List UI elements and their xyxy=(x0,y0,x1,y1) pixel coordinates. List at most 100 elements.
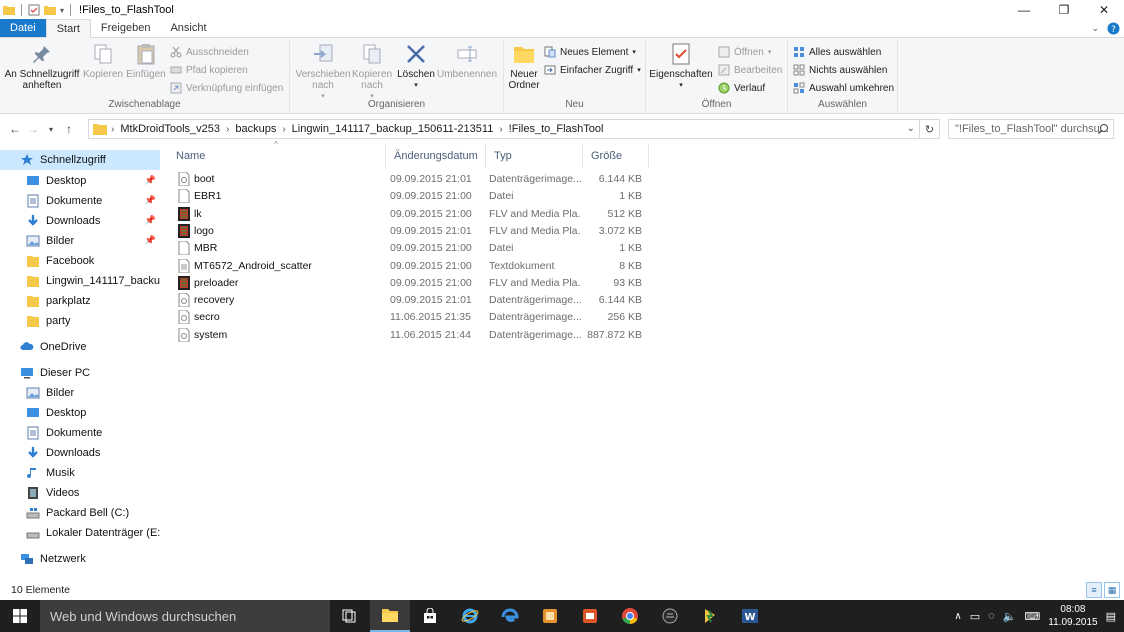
breadcrumb-backups[interactable]: backups xyxy=(235,123,276,135)
start-button[interactable] xyxy=(0,600,40,632)
pin-icon[interactable]: 📌 xyxy=(145,215,156,226)
large-icons-view-icon[interactable]: ▦ xyxy=(1104,582,1120,598)
show-hidden-icons-icon[interactable]: ∧ xyxy=(954,611,961,622)
nav-pc-downloads[interactable]: Downloads xyxy=(0,443,160,463)
copy-button[interactable]: Kopieren xyxy=(82,42,124,80)
action-center-icon[interactable]: ▤ xyxy=(1106,610,1116,623)
up-arrow-icon[interactable]: ↑ xyxy=(60,122,78,136)
details-view-icon[interactable]: ≡ xyxy=(1086,582,1102,598)
chevron-right-icon[interactable]: › xyxy=(499,124,502,135)
select-all-button[interactable]: Alles auswählen xyxy=(793,44,881,60)
breadcrumb-files-to-flashtool[interactable]: !Files_to_FlashTool xyxy=(509,123,604,135)
network-status-icon[interactable]: ◌ xyxy=(988,610,995,622)
file-row[interactable]: boot 09.09.2015 21:01 Datenträgerimage... 6… xyxy=(176,171,648,188)
invert-selection-button[interactable]: Auswahl umkehren xyxy=(793,80,894,96)
nav-pc-drive-c[interactable]: Packard Bell (C:) xyxy=(0,503,160,523)
taskbar-chrome[interactable] xyxy=(610,600,650,632)
file-row[interactable]: secro 11.06.2015 21:35 Datenträgerimage...… xyxy=(176,309,648,326)
forward-arrow-icon[interactable]: → xyxy=(24,122,42,136)
new-folder-icon[interactable] xyxy=(44,4,56,16)
pin-icon[interactable]: 📌 xyxy=(145,235,156,246)
address-dropdown-icon[interactable]: ⌄ xyxy=(907,123,915,134)
keyboard-icon[interactable]: ⌨ xyxy=(1024,610,1040,623)
taskbar-word[interactable]: W xyxy=(730,600,770,632)
pin-quick-access-button[interactable]: An Schnellzugriff anheften xyxy=(4,42,80,91)
maximize-button[interactable]: ❐ xyxy=(1044,0,1084,20)
nav-item-bilder[interactable]: Bilder 📌 xyxy=(0,231,160,251)
address-bar[interactable]: › MtkDroidTools_v253 › backups › Lingwin… xyxy=(88,119,920,139)
nav-pc-dokumente[interactable]: Dokumente xyxy=(0,423,160,443)
file-row[interactable]: system 11.06.2015 21:44 Datenträgerimage..… xyxy=(176,327,648,344)
copy-path-button[interactable]: Pfad kopieren xyxy=(170,62,248,78)
tab-ansicht[interactable]: Ansicht xyxy=(160,19,216,37)
nav-pc-drive-e[interactable]: Lokaler Datenträger (E:) xyxy=(0,523,160,543)
volume-icon[interactable]: 🔈 xyxy=(1003,610,1017,623)
nav-item-lingwin-backup[interactable]: Lingwin_141117_backup_15 xyxy=(0,271,160,291)
move-to-button[interactable]: Verschieben nach ▾ xyxy=(294,42,352,102)
nav-item-dokumente[interactable]: Dokumente 📌 xyxy=(0,191,160,211)
battery-icon[interactable]: ▭ xyxy=(970,610,980,623)
taskbar-explorer[interactable] xyxy=(370,600,410,632)
taskbar-app-orange[interactable] xyxy=(530,600,570,632)
nav-quick-access[interactable]: Schnellzugriff xyxy=(0,150,160,170)
file-row[interactable]: EBR1 09.09.2015 21:00 Datei 1 KB xyxy=(176,188,648,205)
chevron-right-icon[interactable]: › xyxy=(226,124,229,135)
properties-button[interactable]: Eigenschaften ▾ xyxy=(648,42,714,91)
pin-icon[interactable]: 📌 xyxy=(145,195,156,206)
tab-start[interactable]: Start xyxy=(45,19,91,38)
pin-icon[interactable]: 📌 xyxy=(145,175,156,186)
task-view-button[interactable] xyxy=(330,600,370,632)
back-arrow-icon[interactable]: ← xyxy=(6,122,24,136)
refresh-button[interactable]: ↻ xyxy=(920,119,940,139)
select-none-button[interactable]: Nichts auswählen xyxy=(793,62,887,78)
breadcrumb-mtkdroidtools[interactable]: MtkDroidTools_v253 xyxy=(120,123,220,135)
search-input[interactable]: "!Files_to_FlashTool" durchsu... xyxy=(948,119,1114,139)
easy-access-button[interactable]: Einfacher Zugriff ▾ xyxy=(544,62,641,78)
file-row[interactable]: MBR 09.09.2015 21:00 Datei 1 KB xyxy=(176,240,648,257)
copy-to-button[interactable]: Kopieren nach ▾ xyxy=(350,42,394,102)
clock[interactable]: 08:08 11.09.2015 xyxy=(1048,603,1097,629)
chevron-right-icon[interactable]: › xyxy=(111,124,114,135)
breadcrumb-lingwin-backup[interactable]: Lingwin_141117_backup_150611-213511 xyxy=(292,123,494,135)
history-button[interactable]: Verlauf xyxy=(718,80,765,96)
column-header-name[interactable]: Name xyxy=(168,144,386,168)
paste-shortcut-button[interactable]: Verknüpfung einfügen xyxy=(170,80,283,96)
nav-item-downloads[interactable]: Downloads 📌 xyxy=(0,211,160,231)
help-icon[interactable]: ? xyxy=(1107,22,1120,35)
taskbar-edge[interactable] xyxy=(490,600,530,632)
nav-pc-desktop[interactable]: Desktop xyxy=(0,403,160,423)
column-header-date[interactable]: Änderungsdatum xyxy=(386,144,486,168)
column-header-size[interactable]: Größe xyxy=(583,144,649,168)
expand-ribbon-icon[interactable]: ⌄ xyxy=(1091,23,1099,34)
open-button[interactable]: Öffnen ▾ xyxy=(718,44,771,60)
nav-item-desktop[interactable]: Desktop 📌 xyxy=(0,171,160,191)
taskbar-internet-explorer[interactable] xyxy=(450,600,490,632)
close-button[interactable]: ✕ xyxy=(1084,0,1124,20)
nav-item-facebook[interactable]: Facebook xyxy=(0,251,160,271)
file-row[interactable]: lk 09.09.2015 21:00 FLV and Media Pla... 51… xyxy=(176,206,648,223)
edit-button[interactable]: Bearbeiten xyxy=(718,62,782,78)
properties-icon[interactable] xyxy=(28,4,40,16)
file-row[interactable]: MT6572_Android_scatter 09.09.2015 21:00 Te… xyxy=(176,258,648,275)
tab-datei[interactable]: Datei xyxy=(0,19,46,37)
nav-item-parkplatz[interactable]: parkplatz xyxy=(0,291,160,311)
column-header-type[interactable]: Typ xyxy=(486,144,583,168)
cut-button[interactable]: Ausschneiden xyxy=(170,44,249,60)
file-row[interactable]: logo 09.09.2015 21:01 FLV and Media Pla...… xyxy=(176,223,648,240)
rename-button[interactable]: Umbenennen xyxy=(436,42,498,80)
taskbar-store[interactable] xyxy=(410,600,450,632)
minimize-button[interactable]: — xyxy=(1004,0,1044,20)
new-folder-button[interactable]: Neuer Ordner xyxy=(506,42,542,91)
taskbar-mtkdroid[interactable] xyxy=(650,600,690,632)
tab-freigeben[interactable]: Freigeben xyxy=(91,19,161,37)
nav-this-pc[interactable]: Dieser PC xyxy=(0,363,160,383)
chevron-right-icon[interactable]: › xyxy=(282,124,285,135)
nav-network[interactable]: Netzwerk xyxy=(0,549,160,569)
taskbar-app-red[interactable] xyxy=(570,600,610,632)
delete-button[interactable]: Löschen ▾ xyxy=(396,42,436,91)
taskbar-search-input[interactable]: Web und Windows durchsuchen xyxy=(40,600,330,632)
file-row[interactable]: preloader 09.09.2015 21:00 FLV and Media P… xyxy=(176,275,648,292)
nav-pc-bilder[interactable]: Bilder xyxy=(0,383,160,403)
nav-pc-videos[interactable]: Videos xyxy=(0,483,160,503)
nav-pc-musik[interactable]: Musik xyxy=(0,463,160,483)
